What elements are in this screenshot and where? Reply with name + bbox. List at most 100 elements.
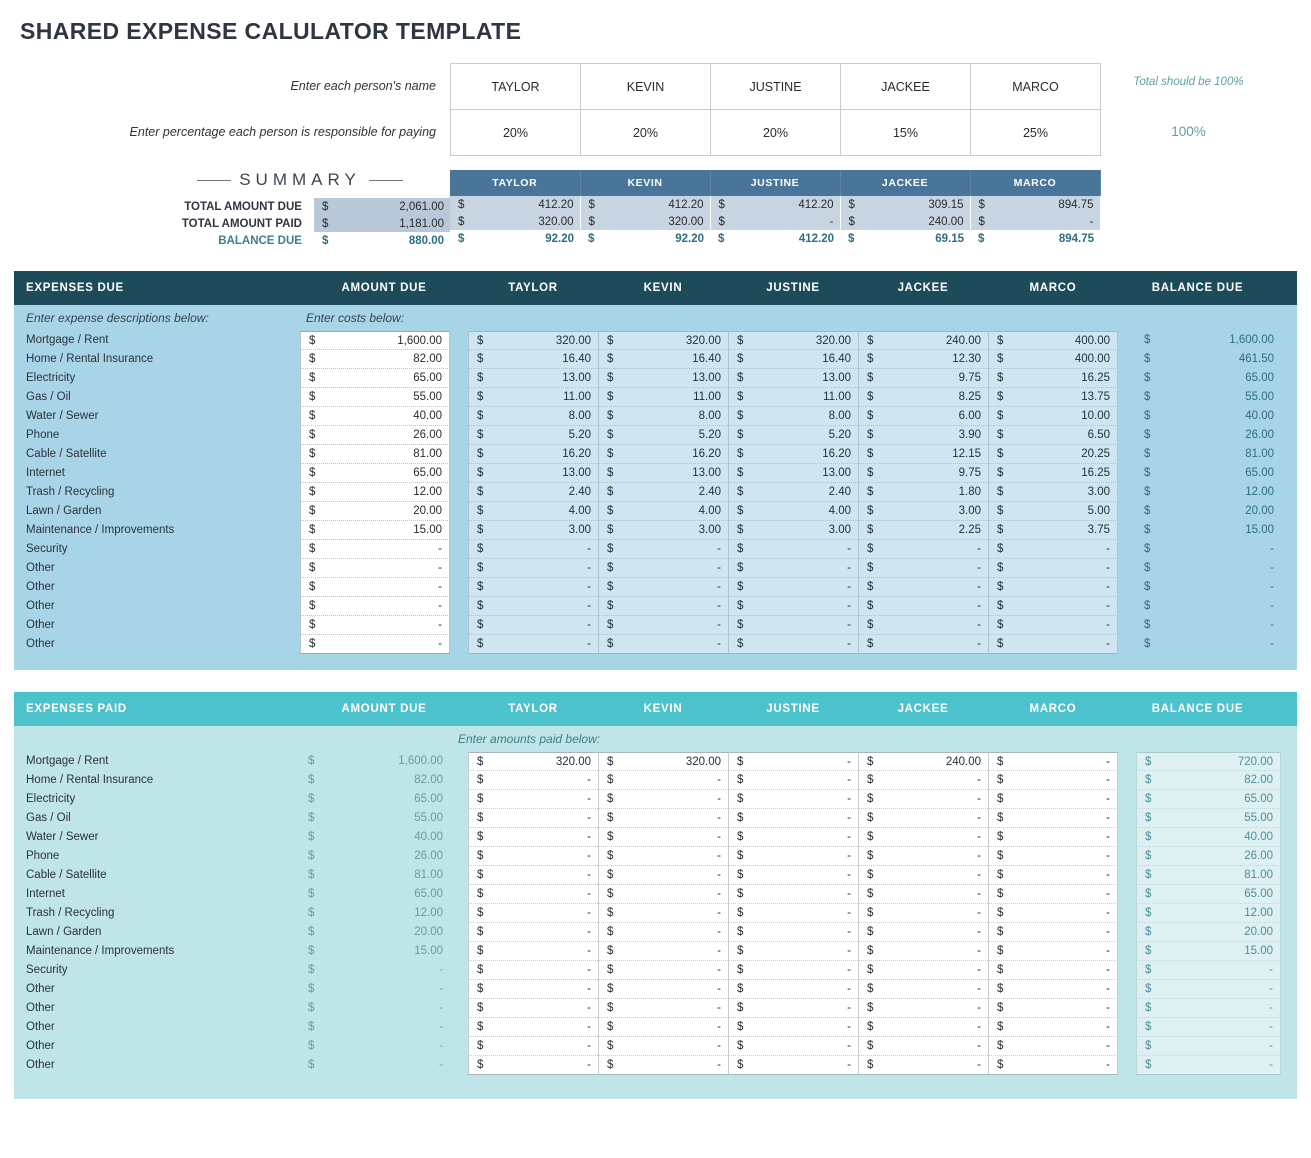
value: 92.20 [545, 233, 574, 245]
currency-sign: $ [309, 369, 315, 388]
expense-balance-cell: $- [1136, 578, 1281, 597]
expense-amount-cell: $65.00 [300, 464, 450, 483]
expense-description-input[interactable]: Other [14, 597, 300, 616]
expense-person-cell-3: $240.00 [858, 331, 988, 350]
expense-person-cell-0: $16.20 [468, 445, 598, 464]
currency-sign: $ [867, 753, 873, 772]
currency-sign: $ [979, 199, 985, 211]
expense-person-cell-4: $- [988, 999, 1118, 1018]
currency-sign: $ [997, 635, 1003, 654]
value: - [438, 638, 442, 650]
expense-amount-cell: $- [300, 616, 450, 635]
expense-description-input[interactable]: Gas / Oil [14, 388, 300, 407]
person-name-input-1[interactable]: KEVIN [581, 64, 711, 110]
column-gap [450, 904, 468, 923]
currency-sign: $ [477, 426, 483, 445]
person-percent-input-3[interactable]: 15% [841, 110, 971, 156]
currency-sign: $ [867, 559, 873, 578]
expense-row: Trash / Recycling$12.00$-$-$-$-$-$12.00 [14, 904, 1297, 923]
column-gap [450, 445, 468, 464]
expense-amount-cell: $55.00 [300, 809, 450, 828]
value: 894.75 [1058, 199, 1093, 211]
expense-description-input[interactable]: Trash / Recycling [14, 483, 300, 502]
value: - [717, 869, 721, 881]
expense-description-input[interactable]: Electricity [14, 369, 300, 388]
expense-description-input[interactable]: Mortgage / Rent [14, 331, 300, 350]
value: 4.00 [699, 505, 721, 517]
currency-sign: $ [607, 369, 613, 388]
expense-person-cell-0: $- [468, 847, 598, 866]
currency-sign: $ [309, 350, 315, 369]
expense-person-cell-3: $- [858, 540, 988, 559]
expense-person-cell-0: $- [468, 1056, 598, 1075]
currency-sign: $ [458, 199, 464, 211]
expense-description-input[interactable]: Security [14, 540, 300, 559]
value: - [587, 774, 591, 786]
person-name-input-3[interactable]: JACKEE [841, 64, 971, 110]
expense-amount-cell: $- [300, 559, 450, 578]
expense-description-input[interactable]: Internet [14, 464, 300, 483]
expense-person-cell-2: $16.20 [728, 445, 858, 464]
value: 65.00 [413, 467, 442, 479]
expense-person-cell-1: $- [598, 885, 728, 904]
expense-description-input[interactable]: Other [14, 635, 300, 654]
expense-description-input[interactable]: Cable / Satellite [14, 445, 300, 464]
expenses-paid-person-header-3: JACKEE [858, 703, 988, 715]
expense-person-cell-3: $- [858, 790, 988, 809]
expenses-paid-rows: Mortgage / Rent$1,600.00$320.00$320.00$-… [14, 752, 1297, 1075]
value: - [717, 581, 721, 593]
expense-person-cell-4: $- [988, 961, 1118, 980]
expense-amount-cell: $- [300, 1018, 450, 1037]
value: 8.00 [829, 410, 851, 422]
currency-sign: $ [997, 847, 1003, 866]
value: - [439, 983, 443, 995]
currency-sign: $ [308, 942, 314, 961]
value: 81.00 [413, 448, 442, 460]
expense-amount-cell: $81.00 [300, 445, 450, 464]
expense-person-cell-3: $- [858, 999, 988, 1018]
person-name-input-2[interactable]: JUSTINE [711, 64, 841, 110]
expense-person-cell-4: $20.25 [988, 445, 1118, 464]
person-name-input-0[interactable]: TAYLOR [451, 64, 581, 110]
person-percent-input-4[interactable]: 25% [971, 110, 1101, 156]
expense-description-input[interactable]: Water / Sewer [14, 407, 300, 426]
currency-sign: $ [477, 332, 483, 351]
expense-person-cell-0: $- [468, 885, 598, 904]
value: - [1106, 869, 1110, 881]
expense-person-cell-2: $- [728, 828, 858, 847]
expense-row: Gas / Oil$55.00$-$-$-$-$-$55.00 [14, 809, 1297, 828]
person-percent-input-1[interactable]: 20% [581, 110, 711, 156]
expense-person-cell-0: $4.00 [468, 502, 598, 521]
person-name-input-4[interactable]: MARCO [971, 64, 1101, 110]
value: 26.00 [1244, 850, 1273, 862]
value: - [1106, 983, 1110, 995]
summary-total-due-value: $2,061.00 [314, 198, 450, 215]
expense-description-input[interactable]: Other [14, 559, 300, 578]
currency-sign: $ [309, 464, 315, 483]
expense-description-input[interactable]: Other [14, 616, 300, 635]
currency-sign: $ [737, 885, 743, 904]
summary-person-grid: TAYLOR KEVIN JUSTINE JACKEE MARCO $412.2… [450, 170, 1101, 247]
expense-description-input[interactable]: Home / Rental Insurance [14, 350, 300, 369]
value: 5.20 [699, 429, 721, 441]
expense-description-input[interactable]: Other [14, 578, 300, 597]
currency-sign: $ [607, 350, 613, 369]
expense-person-cell-4: $10.00 [988, 407, 1118, 426]
expense-amount-cell: $- [300, 635, 450, 654]
expense-person-cell-3: $9.75 [858, 464, 988, 483]
value: 13.00 [822, 467, 851, 479]
currency-sign: $ [737, 597, 743, 616]
currency-sign: $ [607, 426, 613, 445]
expense-row: Other$-$-$-$-$-$-$- [14, 597, 1297, 616]
value: 65.00 [414, 793, 443, 805]
expense-person-cell-2: $- [728, 635, 858, 654]
value: 412.20 [798, 199, 833, 211]
expense-description-input[interactable]: Phone [14, 426, 300, 445]
person-percent-input-0[interactable]: 20% [451, 110, 581, 156]
expense-description-input[interactable]: Maintenance / Improvements [14, 521, 300, 540]
expense-person-cell-1: $- [598, 635, 728, 654]
expense-description-input[interactable]: Lawn / Garden [14, 502, 300, 521]
expense-description-input: Home / Rental Insurance [14, 771, 300, 790]
value: 5.20 [569, 429, 591, 441]
person-percent-input-2[interactable]: 20% [711, 110, 841, 156]
